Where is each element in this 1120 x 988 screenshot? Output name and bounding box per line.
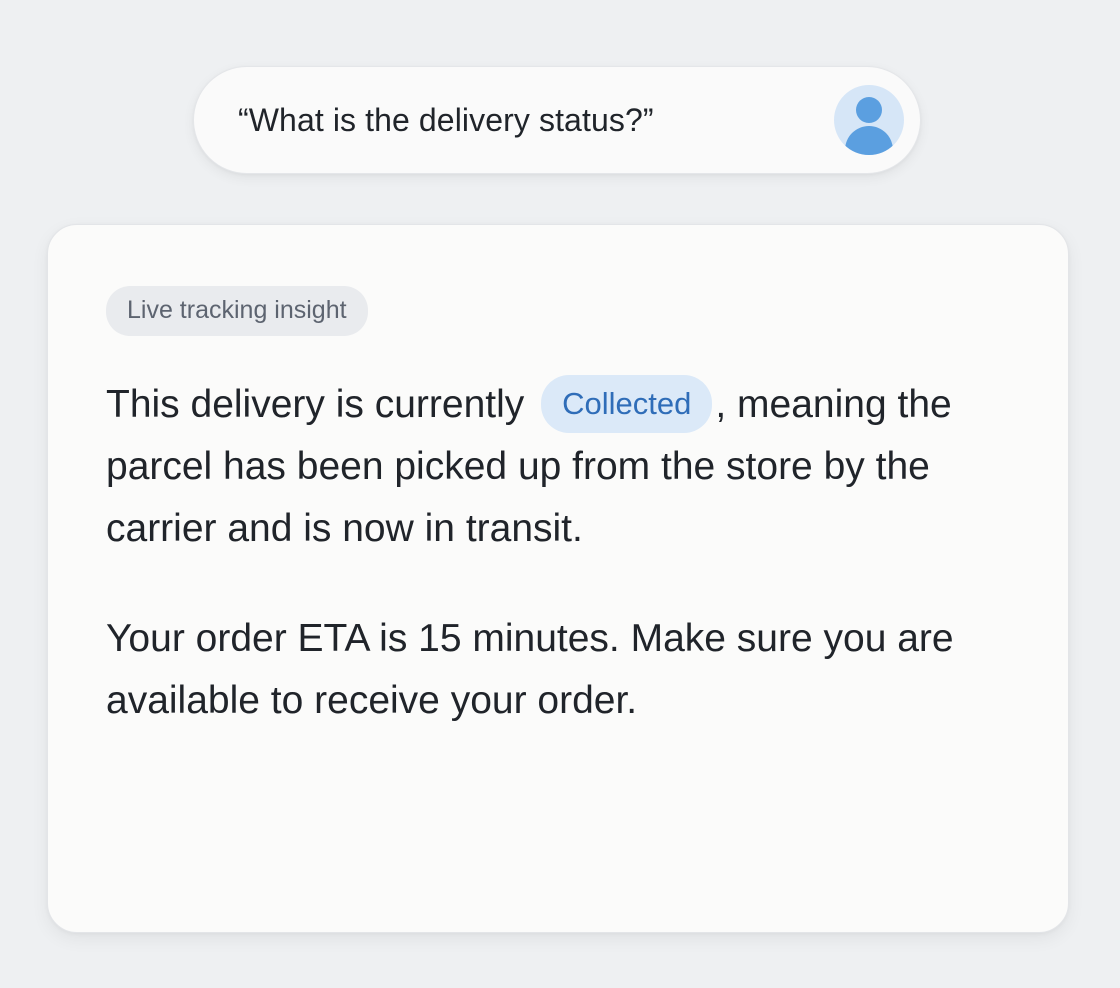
query-bubble: “What is the delivery status?”: [193, 66, 921, 174]
insight-card: Live tracking insight This delivery is c…: [47, 224, 1069, 933]
eta-paragraph: Your order ETA is 15 minutes. Make sure …: [106, 617, 954, 722]
status-paragraph: This delivery is currently Collected, me…: [106, 374, 1010, 560]
avatar-head: [856, 97, 882, 123]
status-badge[interactable]: Collected: [541, 375, 713, 433]
status-text-pre: This delivery is currently: [106, 383, 536, 426]
insight-tag: Live tracking insight: [106, 286, 368, 336]
avatar-shoulders: [845, 126, 893, 155]
query-text: “What is the delivery status?”: [238, 101, 654, 138]
user-avatar-icon[interactable]: [834, 85, 904, 155]
